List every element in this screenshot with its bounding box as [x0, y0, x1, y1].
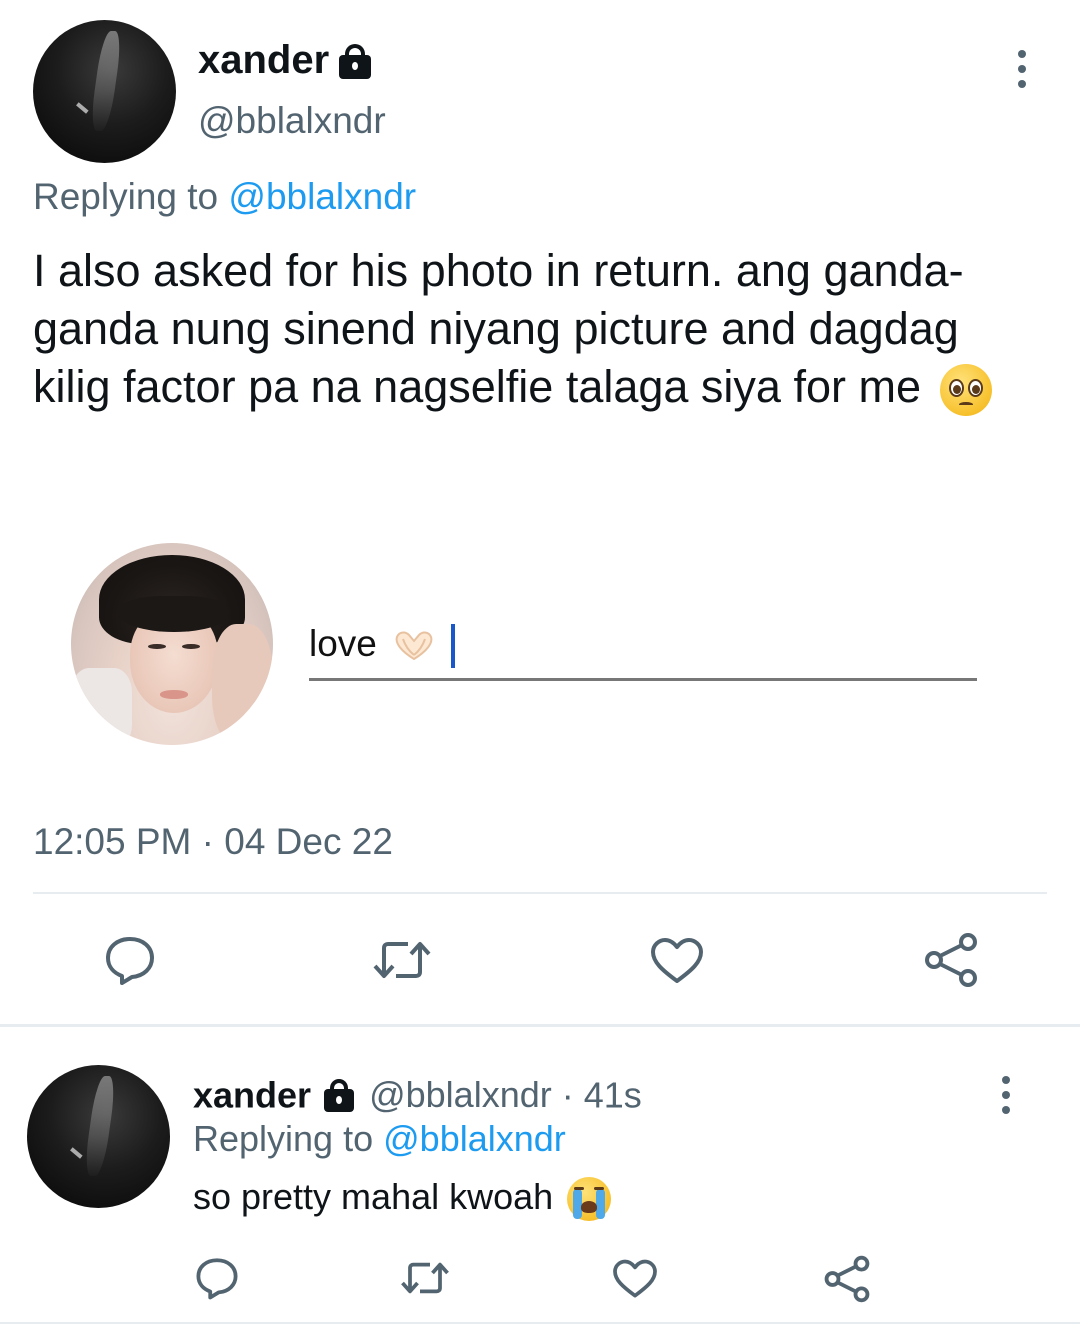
main-tweet-timestamp[interactable]: 12:05 PM · 04 Dec 22 — [33, 821, 393, 863]
reply-replying-to-label: Replying to — [193, 1118, 374, 1159]
reply-tweet-handle[interactable]: @bblalxndr — [369, 1074, 552, 1115]
main-tweet-text: I also asked for his photo in return. an… — [33, 242, 1043, 417]
lock-icon — [323, 1078, 355, 1113]
reply-replying-to-handle[interactable]: @bblalxndr — [383, 1118, 566, 1159]
replying-to-handle[interactable]: @bblalxndr — [228, 176, 416, 217]
timestamp-divider — [33, 892, 1047, 894]
share-icon[interactable] — [924, 932, 978, 988]
main-tweet-avatar[interactable] — [33, 20, 176, 163]
caption-underline — [309, 678, 977, 681]
bottom-divider — [0, 1322, 1080, 1324]
reply-reply-icon[interactable] — [195, 1256, 239, 1300]
main-tweet-display-name[interactable]: xander — [198, 38, 329, 82]
tweet-attached-image[interactable]: love — [33, 515, 1043, 785]
reply-like-icon[interactable] — [612, 1259, 658, 1299]
retweet-icon[interactable] — [370, 936, 434, 984]
like-icon[interactable] — [650, 937, 704, 985]
reply-retweet-icon[interactable] — [398, 1258, 452, 1298]
replying-to-label: Replying to — [33, 176, 219, 217]
reply-icon[interactable] — [104, 934, 156, 986]
image-caption-text: love — [309, 623, 377, 664]
thread-divider — [0, 1024, 1080, 1027]
reply-tweet-text: so pretty mahal kwoah — [193, 1176, 612, 1222]
reply-tweet-time[interactable]: · 41s — [562, 1074, 642, 1115]
reply-tweet-display-name[interactable]: xander — [193, 1074, 311, 1115]
loudly-crying-face-emoji — [567, 1177, 612, 1222]
lock-icon — [338, 43, 372, 79]
text-cursor — [451, 624, 456, 669]
heart-hands-emoji — [391, 629, 437, 663]
pleading-face-emoji — [939, 364, 992, 417]
more-options-icon[interactable] — [1010, 50, 1034, 90]
reply-tweet-avatar[interactable] — [27, 1065, 170, 1208]
reply-more-options-icon[interactable] — [994, 1076, 1018, 1116]
selfie-photo — [71, 543, 273, 745]
main-tweet-handle[interactable]: @bblalxndr — [198, 100, 386, 142]
reply-share-icon[interactable] — [824, 1255, 870, 1303]
